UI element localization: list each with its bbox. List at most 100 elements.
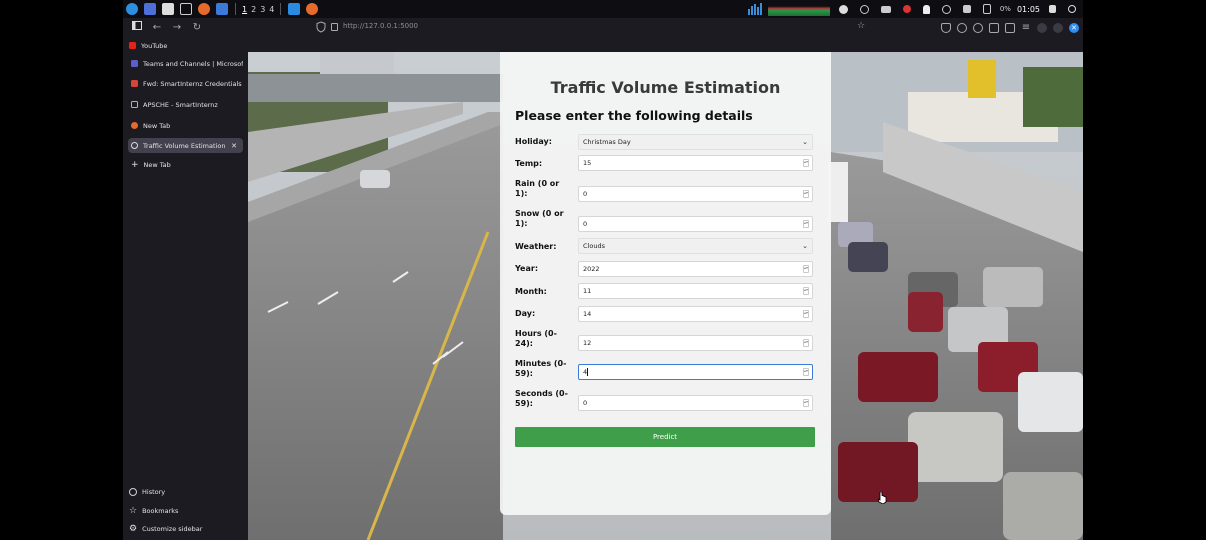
sidebar-tab[interactable]: Teams and Channels | Microsof [128,56,243,71]
separator [235,3,236,15]
month-label: Month: [515,287,547,296]
mouse-pointer-icon [878,492,887,504]
customize-sidebar-button[interactable]: ⚙ Customize sidebar [129,524,202,534]
workspace-4[interactable]: 4 [269,5,274,14]
sidebar-tab[interactable]: Fwd: SmartInternz Credentials ! [128,76,243,91]
save-icon[interactable] [1005,23,1015,33]
globe-icon [131,142,138,149]
forward-icon[interactable]: → [169,20,185,36]
mail-icon[interactable] [880,5,891,13]
spinner-icon[interactable]: ▴▾ [803,190,809,198]
close-tab-icon[interactable]: ✕ [231,142,237,150]
settings-icon[interactable] [859,4,869,14]
clock[interactable]: 01:05 [1017,5,1040,14]
holiday-select[interactable]: Christmas Day ⌄ [578,134,813,150]
spinner-icon[interactable]: ▴▾ [803,310,809,318]
snow-input[interactable]: 0 ▴▾ [578,216,813,232]
spinner-icon[interactable]: ▴▾ [803,265,809,273]
spinner-icon[interactable]: ▴▾ [803,220,809,228]
lock-icon[interactable] [1049,5,1056,13]
sidebar-item-label: Traffic Volume Estimation [143,141,226,150]
workspace-1[interactable]: 1 [242,5,247,14]
spinner-icon[interactable]: ▴▾ [803,368,809,376]
gear-icon: ⚙ [129,524,138,534]
reload-icon[interactable]: ↻ [189,20,205,36]
sidebar-tab[interactable]: New Tab [128,118,243,133]
month-input[interactable]: 11 ▴▾ [578,283,813,299]
customize-label: Customize sidebar [142,525,203,533]
minutes-input[interactable]: 4 ▴▾ [578,364,813,380]
separator [280,3,282,15]
system-menu-icon[interactable] [126,3,138,15]
seconds-label: Seconds (0-59): [515,389,568,408]
sidebar-item-label: APSCHE - SmartInternz [143,100,218,109]
pocket-icon[interactable] [941,23,951,33]
firefox-icon[interactable] [198,3,210,15]
firefox-icon [131,122,138,129]
hours-input[interactable]: 12 ▴▾ [578,335,813,351]
bell-icon[interactable] [922,4,930,14]
form-card: Traffic Volume Estimation Please enter t… [500,52,831,515]
shield-icon[interactable] [316,21,326,33]
star-icon: ☆ [129,506,138,516]
extension-icon[interactable] [957,23,967,33]
day-input[interactable]: 14 ▴▾ [578,306,813,322]
weather-label: Weather: [515,242,557,251]
spinner-icon[interactable]: ▴▾ [803,159,809,167]
app-icon[interactable] [216,3,228,15]
record-icon[interactable] [902,5,911,13]
workspace-3[interactable]: 3 [260,5,265,14]
teams-icon [131,60,138,67]
new-tab-button[interactable]: + New Tab [128,157,243,172]
sidebar-tab[interactable]: APSCHE - SmartInternz [128,97,243,112]
clipboard-icon[interactable] [982,4,991,14]
predict-button[interactable]: Predict [515,427,815,447]
history-button[interactable]: History [129,488,165,496]
snow-label: Snow (0 or 1): [515,209,564,228]
sidebar: YouTube Teams and Channels | Microsof Fw… [123,38,248,540]
plus-icon: + [131,159,139,170]
hours-value: 12 [583,339,592,347]
weather-select[interactable]: Clouds ⌄ [578,238,813,254]
network-icon[interactable] [941,4,951,14]
spinner-icon[interactable]: ▴▾ [803,287,809,295]
volume-icon[interactable] [962,5,971,13]
terminal-icon[interactable] [180,3,192,15]
hours-label: Hours (0-24): [515,329,557,348]
holiday-value: Christmas Day [583,138,631,146]
maximize-icon[interactable] [1053,23,1063,33]
sidebar-item-label: YouTube [141,41,168,50]
year-value: 2022 [583,265,600,273]
seconds-input[interactable]: 0 ▴▾ [578,395,813,411]
cpu-bars [747,3,762,15]
page-info-icon[interactable] [331,23,338,31]
chevron-down-icon: ⌄ [802,242,808,250]
workspace-2[interactable]: 2 [251,5,256,14]
minimize-icon[interactable] [1037,23,1047,33]
back-icon[interactable]: ← [149,20,165,36]
app-icon[interactable] [144,3,156,15]
url-field[interactable]: http://127.0.0.1:5000 [343,22,418,30]
temp-input[interactable]: 15 ▴▾ [578,155,813,171]
temp-label: Temp: [515,159,543,168]
year-input[interactable]: 2022 ▴▾ [578,261,813,277]
close-icon[interactable]: ✕ [1069,23,1079,33]
bookmarks-button[interactable]: ☆ Bookmarks [129,506,178,516]
vscode-icon[interactable] [288,3,301,15]
menu-icon[interactable]: ≡ [1021,20,1031,36]
holiday-label: Holiday: [515,137,552,146]
power-icon[interactable] [1068,5,1076,13]
files-icon[interactable] [162,3,174,15]
cloud-icon[interactable] [838,4,848,14]
spinner-icon[interactable]: ▴▾ [803,399,809,407]
rain-input[interactable]: 0 ▴▾ [578,186,813,202]
sidebar-toggle-icon[interactable] [129,20,145,36]
profile-icon[interactable] [973,23,983,33]
spinner-icon[interactable]: ▴▾ [803,339,809,347]
sidebar-pinned-youtube[interactable]: YouTube [126,38,241,53]
firefox-icon[interactable] [306,3,319,15]
snow-value: 0 [583,220,588,228]
sidebar-tab-active[interactable]: Traffic Volume Estimation ✕ [128,138,243,153]
container-icon[interactable] [989,23,999,33]
bookmark-star-icon[interactable]: ☆ [857,21,865,31]
